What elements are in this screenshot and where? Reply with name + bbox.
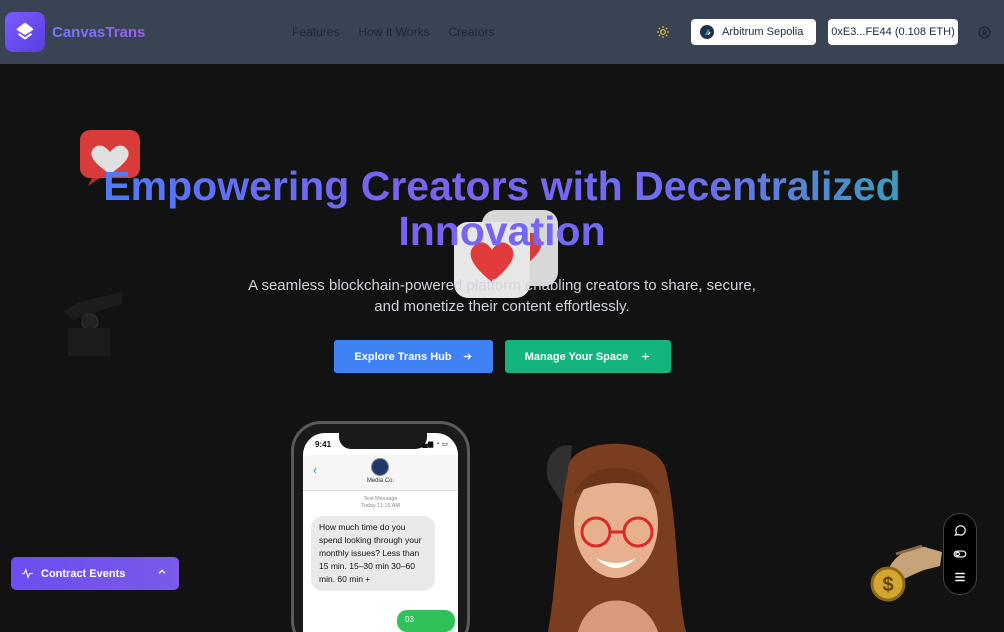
nav-how-it-works[interactable]: How It Works [358,25,429,39]
arrow-right-icon [463,353,472,360]
activity-icon [22,568,33,579]
arbitrum-icon [700,25,714,39]
message-time: Today 11:15 AM [360,503,401,509]
message-type: Text Message [363,496,398,502]
layers-icon [16,22,34,40]
chevron-up-icon[interactable] [157,567,167,577]
manage-your-space-button[interactable]: Manage Your Space [505,340,671,373]
coin-hand-icon: $ [870,544,942,602]
logo[interactable] [5,12,45,52]
explore-label: Explore Trans Hub [354,350,452,363]
message-meta: Text Message Today 11:15 AM [303,496,458,510]
floating-toolbar [943,513,977,595]
manage-label: Manage Your Space [524,350,629,363]
network-label: Arbitrum Sepolia [722,26,804,38]
phone-mockup: 9:41 ▂▄▆ ◔ ▭ ‹ Media Co. Text Message To… [291,421,470,632]
network-button[interactable]: Arbitrum Sepolia [691,19,816,45]
menu-icon[interactable] [953,570,967,584]
phone-screen: 9:41 ▂▄▆ ◔ ▭ ‹ Media Co. Text Message To… [303,433,458,632]
explore-trans-hub-button[interactable]: Explore Trans Hub [334,340,493,373]
creator-portrait [546,443,686,632]
contract-events-label: Contract Events [41,567,126,580]
nav-features[interactable]: Features [292,25,339,39]
signal-icon: ▂▄▆ ◔ ▭ [417,441,448,448]
chat-icon[interactable] [953,524,967,538]
message-header: ‹ Media Co. [303,455,458,491]
contract-events-panel[interactable]: Contract Events [11,557,179,590]
nav-creators[interactable]: Creators [448,25,494,39]
app-name[interactable]: CanvasTrans [52,24,145,41]
incoming-message: How much time do you spend looking throu… [311,516,435,591]
phone-notch [339,433,427,449]
back-chevron-icon: ‹ [313,463,317,477]
hero-subtitle: A seamless blockchain-powered platform e… [248,277,756,315]
contact-name: Media Co. [366,478,395,484]
outgoing-message: 03 [397,610,455,632]
hero-title: Empowering Creators with Decentralized I… [0,164,1004,254]
donation-box-icon [64,292,122,356]
avatar [371,458,389,476]
plus-icon [642,352,650,361]
svg-text:$: $ [882,574,893,596]
wallet-button[interactable]: 0xE3...FE44 (0.108 ETH) [828,19,958,45]
toggle-icon[interactable] [953,547,967,561]
sun-icon[interactable] [656,25,670,39]
user-circle-icon[interactable] [978,26,991,39]
main-nav: Features How It Works Creators [292,25,495,39]
phone-time: 9:41 [315,440,332,449]
top-navbar: CanvasTrans Features How It Works Creato… [0,0,1004,64]
